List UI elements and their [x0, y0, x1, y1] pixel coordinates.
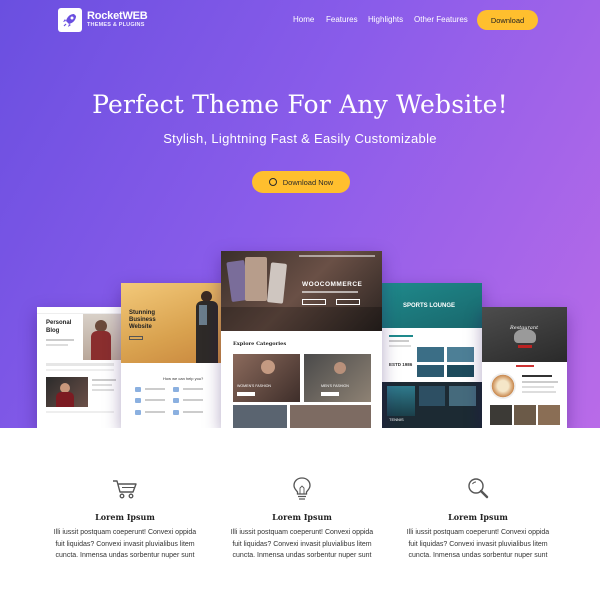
feature-1: Lorem Ipsum Illi iussit postquam coeperu…	[45, 476, 205, 562]
nav-features[interactable]: Features	[326, 15, 358, 24]
download-now-label: Download Now	[282, 177, 334, 187]
nav-home[interactable]: Home	[293, 15, 314, 24]
business-title-2: Business	[129, 317, 156, 323]
business-help: How we can help you?	[163, 376, 204, 381]
download-now-button[interactable]: Download Now	[252, 171, 350, 193]
shopping-cart-icon	[110, 476, 140, 502]
preview-photo	[83, 314, 123, 360]
sports-tennis: TENNIS	[389, 417, 404, 422]
hero-section: RocketWEB THEMES & PLUGINS Home Features…	[0, 0, 600, 428]
sports-est: ESTD 1986	[389, 362, 413, 367]
lightbulb-icon	[287, 476, 317, 502]
preview-photo	[121, 283, 222, 363]
preview-business[interactable]: Stunning Business Website How we can hel…	[121, 283, 222, 428]
woo-section-title: Explore Categories	[233, 341, 287, 347]
feature-description: Illi iussit postquam coeperunt! Convexi …	[230, 529, 374, 559]
features-section: Lorem Ipsum Illi iussit postquam coeperu…	[0, 428, 600, 600]
business-title-1: Stunning	[129, 310, 155, 316]
feature-title: Lorem Ipsum	[448, 512, 508, 522]
preview-restaurant[interactable]: Restaurant	[482, 307, 567, 428]
hero-subtitle: Stylish, Lightning Fast & Easily Customi…	[163, 131, 437, 146]
restaurant-title: Restaurant	[510, 325, 539, 331]
woo-title: WOOCOMMERCE	[302, 281, 363, 288]
nav-download-button[interactable]: Download	[477, 10, 538, 30]
business-title-3: Website	[129, 324, 152, 330]
feature-description: Illi iussit postquam coeperunt! Convexi …	[53, 529, 197, 559]
feature-title: Lorem Ipsum	[95, 512, 155, 522]
preview-photo	[482, 307, 567, 362]
hero-title: Perfect Theme For Any Website!	[92, 90, 508, 119]
top-navbar: RocketWEB THEMES & PLUGINS Home Features…	[0, 0, 600, 40]
personal-title-2: Blog	[46, 328, 60, 334]
preview-photo	[46, 377, 88, 407]
search-icon	[463, 476, 493, 502]
sports-title: SPORTS LOUNGE	[403, 303, 456, 309]
nav-highlights[interactable]: Highlights	[368, 15, 403, 24]
feature-3: Lorem Ipsum Illi iussit postquam coeperu…	[398, 476, 558, 562]
personal-title-1: Personal	[46, 320, 72, 326]
feature-description: Illi iussit postquam coeperunt! Convexi …	[406, 529, 550, 559]
preview-woocommerce[interactable]: WOOCOMMERCE Explore Categories WOMEN'S F…	[221, 251, 382, 428]
nav-other-features[interactable]: Other Features	[414, 15, 468, 24]
feature-title: Lorem Ipsum	[272, 512, 332, 522]
wordpress-icon	[268, 178, 277, 186]
woo-cat-1: WOMEN'S FASHION	[237, 384, 272, 388]
preview-personal-blog[interactable]: Personal Blog	[37, 307, 123, 428]
feature-2: Lorem Ipsum Illi iussit postquam coeperu…	[222, 476, 382, 562]
woo-cat-2: MEN'S FASHION	[321, 384, 349, 388]
preview-sports-lounge[interactable]: SPORTS LOUNGE ESTD 1986 TENNIS	[381, 283, 482, 428]
